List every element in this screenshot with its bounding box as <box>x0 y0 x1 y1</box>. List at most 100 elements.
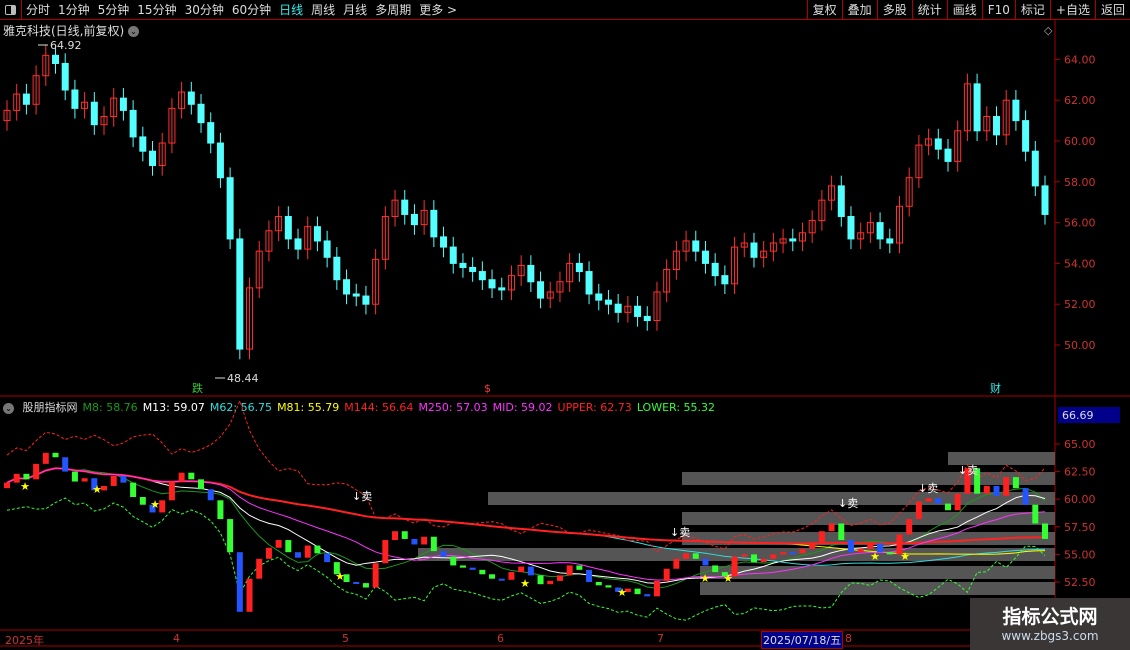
candle <box>430 209 438 238</box>
indicator-candle <box>246 578 253 612</box>
indicator-candle <box>479 569 486 575</box>
indicator-name: 股朋指标网 <box>22 401 78 414</box>
watermark-title: 指标公式网 <box>1002 606 1098 628</box>
candle <box>614 303 622 313</box>
indicator-candle <box>42 452 49 464</box>
indicator-candle <box>906 519 913 535</box>
candle <box>886 238 894 244</box>
indicator-candle <box>556 575 563 581</box>
indicator-candle <box>382 540 389 564</box>
indicator-candle <box>983 485 990 494</box>
event-marker: $ <box>484 382 491 395</box>
indicator-candle <box>653 580 660 597</box>
indicator-candle <box>362 583 369 588</box>
time-label: 8 <box>845 632 852 645</box>
candle <box>847 215 855 240</box>
cursor-date: 2025/07/18/五 <box>761 631 844 649</box>
candle <box>294 238 302 250</box>
indicator-candle <box>760 558 767 563</box>
legend-lower: LOWER: 55.32 <box>636 401 716 414</box>
candle <box>333 256 341 281</box>
indicator-candle <box>120 476 127 483</box>
chevron-down-icon[interactable]: ⌄ <box>3 402 14 414</box>
indicator-tick: 62.50 <box>1064 466 1096 479</box>
star-signal: ★ <box>900 550 910 563</box>
indicator-tick: 65.00 <box>1064 438 1096 451</box>
indicator-candle <box>518 566 525 573</box>
indicator-candle <box>799 548 806 554</box>
indicator-candle <box>217 500 224 520</box>
candle <box>207 122 215 144</box>
indicator-tick: 55.00 <box>1064 548 1096 561</box>
candle <box>1022 120 1030 152</box>
indicator-candle <box>265 547 272 559</box>
indicator-candle <box>1003 477 1010 496</box>
candle <box>71 89 79 109</box>
candle <box>1041 185 1049 215</box>
price-tick: 54.00 <box>1064 257 1096 270</box>
candle <box>604 299 612 305</box>
candle <box>1031 150 1039 187</box>
candle <box>236 238 244 350</box>
candle <box>449 246 457 264</box>
indicator-candle <box>392 531 399 541</box>
indicator-candle <box>683 553 690 559</box>
time-label: 6 <box>497 632 504 645</box>
indicator-candle <box>586 569 593 582</box>
watermark-url: www.zbgs3.com <box>1001 629 1099 643</box>
indicator-candle <box>537 575 544 585</box>
indicator-candle <box>1032 504 1039 524</box>
indicator-candle <box>52 452 59 458</box>
volume-profile-bar <box>488 492 1055 505</box>
candle <box>934 138 942 150</box>
indicator-candle <box>605 585 612 588</box>
candle <box>537 281 545 299</box>
indicator-candle <box>857 548 864 553</box>
candle <box>944 148 952 162</box>
indicator-candle <box>489 574 496 579</box>
indicator-candle <box>411 538 418 545</box>
indicator-candle <box>353 582 360 584</box>
volume-profile-bar <box>700 566 1055 579</box>
indicator-candle <box>828 523 835 532</box>
indicator-candle <box>430 536 437 552</box>
candle <box>469 266 477 273</box>
star-signal: ★ <box>870 550 880 563</box>
candle <box>139 136 147 152</box>
indicator-candle <box>818 531 825 543</box>
candle <box>284 215 292 240</box>
candle <box>197 103 205 124</box>
current-value: 66.69 <box>1062 409 1094 422</box>
indicator-candle <box>314 545 321 554</box>
indicator-candle <box>595 582 602 586</box>
candle <box>226 177 234 240</box>
price-tick: 52.00 <box>1064 298 1096 311</box>
chart-canvas[interactable]: ◇ 64.00 62.00 60.00 58.00 56.00 54.00 52.00 50.0… <box>0 0 1130 650</box>
legend-upper: UPPER: 62.73 <box>557 401 632 414</box>
diamond-icon: ◇ <box>1044 24 1053 37</box>
star-signal: ★ <box>20 480 30 493</box>
star-signal: ★ <box>335 570 345 583</box>
sell-signal: ↓卖 <box>838 497 858 510</box>
event-marker: 跌 <box>192 381 203 395</box>
sell-signal: ↓卖 <box>958 464 978 477</box>
candle <box>343 279 351 295</box>
indicator-candle <box>886 552 893 555</box>
candle <box>973 83 981 132</box>
indicator-candle <box>498 578 505 581</box>
candle <box>119 97 127 111</box>
indicator-candle <box>935 498 942 504</box>
indicator-candle <box>712 565 719 573</box>
indicator-candle <box>130 482 137 497</box>
candle <box>313 226 321 242</box>
indicator-candle <box>1022 488 1029 505</box>
candle <box>692 240 700 252</box>
indicator-candle <box>692 553 699 559</box>
indicator-candle <box>13 473 20 483</box>
candle <box>22 93 30 105</box>
indicator-candle <box>663 568 670 581</box>
candle <box>701 250 709 264</box>
indicator-candle <box>770 554 777 559</box>
indicator-candle <box>750 554 757 563</box>
indicator-candle <box>459 565 466 568</box>
